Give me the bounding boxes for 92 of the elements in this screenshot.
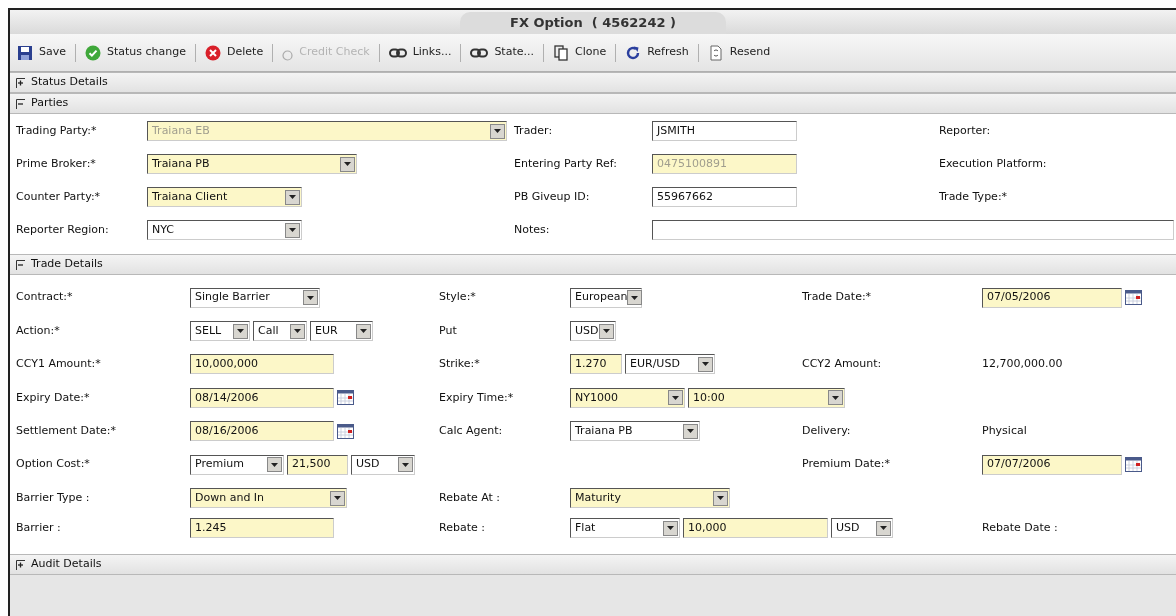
dropdown[interactable]: 10:00 xyxy=(688,387,845,408)
section-header[interactable]: Trade Details xyxy=(10,254,1176,275)
field-label: Trade Type:* xyxy=(939,189,1009,205)
section-header[interactable]: Status Details xyxy=(10,72,1176,93)
dropdown[interactable]: Traiana Client xyxy=(147,187,302,208)
calendar-icon[interactable] xyxy=(1125,457,1142,473)
date-field[interactable]: 07/07/2006 xyxy=(982,454,1122,475)
dropdown[interactable]: SELL xyxy=(190,321,250,342)
field-value: 12,700,000.00 xyxy=(982,356,1063,373)
field-label: CCY1 Amount:* xyxy=(16,356,102,373)
dropdown[interactable]: European xyxy=(570,287,642,308)
field-label: Rebate At : xyxy=(439,489,502,506)
field-label: Counter Party:* xyxy=(16,189,102,205)
field-label: Trader: xyxy=(514,123,554,139)
field-label: Delivery: xyxy=(802,423,852,439)
field-label: Rebate Date : xyxy=(982,519,1059,536)
field-label: Prime Broker:* xyxy=(16,156,97,172)
field-label: Reporter Region: xyxy=(16,222,110,238)
field-label: Put xyxy=(439,322,458,339)
expand-icon[interactable] xyxy=(16,77,25,88)
copy-icon xyxy=(553,44,569,61)
link-icon xyxy=(470,47,489,58)
field-label: Expiry Time:* xyxy=(439,389,515,406)
dropdown[interactable]: Traiana PB xyxy=(570,421,700,442)
input-field[interactable]: JSMITH xyxy=(652,121,797,142)
calendar-icon[interactable] xyxy=(337,423,354,439)
input-field[interactable]: 21,500 xyxy=(287,454,348,475)
date-field[interactable]: 08/14/2006 xyxy=(190,387,334,408)
toolbar-button[interactable]: Resend xyxy=(704,40,774,65)
dropdown[interactable]: NY1000 xyxy=(570,387,685,408)
dropdown[interactable]: Single Barrier xyxy=(190,287,320,308)
field-label: Rebate : xyxy=(439,519,486,536)
field-label: Trade Date:* xyxy=(802,289,873,306)
field-label: PB Giveup ID: xyxy=(514,189,591,205)
field-label: Expiry Date:* xyxy=(16,389,91,406)
toolbar-button[interactable]: Links... xyxy=(385,40,455,65)
field-label: Premium Date:* xyxy=(802,456,891,473)
input-field[interactable]: 10,000 xyxy=(683,518,828,539)
dropdown[interactable]: USD xyxy=(570,321,616,342)
dropdown[interactable]: NYC xyxy=(147,220,302,241)
toolbar-button[interactable]: Refresh xyxy=(622,40,692,65)
collapse-icon[interactable] xyxy=(16,98,25,109)
delete-icon xyxy=(205,44,222,61)
field-label: Barrier Type : xyxy=(16,489,91,506)
field-label: Settlement Date:* xyxy=(16,423,117,439)
refresh-icon xyxy=(625,44,642,61)
field-label: Strike:* xyxy=(439,356,481,373)
dropdown[interactable]: Call xyxy=(253,321,307,342)
dropdown[interactable]: Traiana PB xyxy=(147,154,357,175)
input-field[interactable]: 10,000,000 xyxy=(190,354,334,375)
link-icon xyxy=(388,47,407,58)
section-header[interactable]: Parties xyxy=(10,93,1176,114)
dropdown[interactable]: Down and In xyxy=(190,488,347,509)
dropdown[interactable]: USD xyxy=(351,454,415,475)
field-label: Reporter: xyxy=(939,123,992,139)
notes-field[interactable] xyxy=(652,220,1174,241)
dropdown[interactable]: Flat xyxy=(570,518,680,539)
field-label: Style:* xyxy=(439,289,477,306)
toolbar-button[interactable]: State... xyxy=(467,40,537,65)
expand-icon[interactable] xyxy=(16,559,25,570)
field-label: Entering Party Ref: xyxy=(514,156,618,172)
input-field[interactable]: 55967662 xyxy=(652,187,797,208)
check-circle-icon xyxy=(85,44,101,61)
circle-icon xyxy=(282,50,294,61)
date-field[interactable]: 08/16/2006 xyxy=(190,421,334,442)
field-label: Action:* xyxy=(16,322,61,339)
field-label: Execution Platform: xyxy=(939,156,1048,172)
dropdown[interactable]: EUR xyxy=(310,321,373,342)
calendar-icon[interactable] xyxy=(1125,290,1142,306)
toolbar-button[interactable]: Save xyxy=(14,40,69,65)
document-arrows-icon xyxy=(707,44,724,61)
input-field[interactable]: 1.245 xyxy=(190,518,334,539)
toolbar-button[interactable]: Clone xyxy=(550,40,610,65)
field-label: Notes: xyxy=(514,222,551,238)
dropdown[interactable]: USD xyxy=(831,518,893,539)
section-header[interactable]: Audit Details xyxy=(10,554,1176,576)
dropdown[interactable]: EUR/USD xyxy=(625,354,715,375)
field-label: Trading Party:* xyxy=(16,123,98,139)
toolbar-button[interactable]: Delete xyxy=(202,40,267,65)
field-value: Physical xyxy=(982,423,1027,439)
date-field[interactable]: 07/05/2006 xyxy=(982,287,1122,308)
field-label: Contract:* xyxy=(16,289,74,306)
field-label: Option Cost:* xyxy=(16,456,91,473)
field-label: CCY2 Amount: xyxy=(802,356,883,373)
field-label: Calc Agent: xyxy=(439,423,504,439)
dropdown[interactable]: Premium xyxy=(190,454,284,475)
collapse-icon[interactable] xyxy=(16,259,25,270)
input-field[interactable]: 1.270 xyxy=(570,354,622,375)
field-label: Barrier : xyxy=(16,519,62,536)
toolbar-button[interactable]: Status change xyxy=(82,40,190,65)
dropdown[interactable]: Maturity xyxy=(570,488,730,509)
calendar-icon[interactable] xyxy=(337,390,354,406)
